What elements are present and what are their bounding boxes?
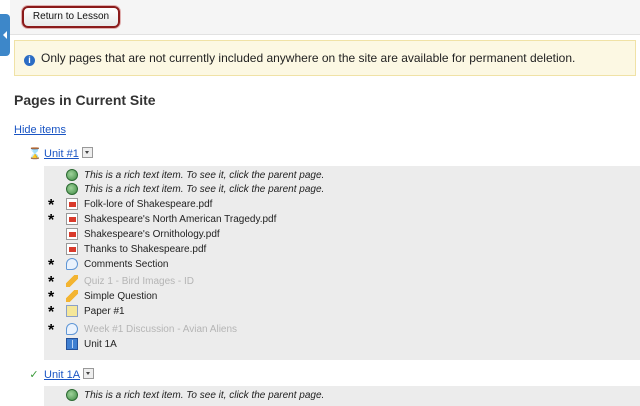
star-marker: *	[48, 289, 55, 306]
pdf-icon	[66, 228, 78, 240]
item-label: Week #1 Discussion - Avian Aliens	[84, 324, 238, 335]
toolbar: Return to Lesson	[10, 0, 640, 35]
item-label: This is a rich text item. To see it, cli…	[84, 170, 325, 181]
star-marker: *	[48, 197, 55, 214]
book-icon	[66, 338, 78, 350]
dropdown-icon[interactable]	[81, 147, 93, 158]
hourglass-icon: ⌛	[28, 148, 42, 160]
info-message: i Only pages that are not currently inclu…	[14, 40, 636, 76]
comment-icon	[66, 323, 78, 335]
item-label: This is a rich text item. To see it, cli…	[84, 390, 325, 401]
item-label: Simple Question	[84, 291, 158, 302]
info-icon: i	[24, 55, 35, 66]
page-title: Pages in Current Site	[14, 92, 156, 108]
rich-text-icon	[66, 169, 78, 181]
star-marker: *	[48, 304, 55, 321]
star-marker: *	[48, 322, 55, 339]
item-label: Shakespeare's Ornithology.pdf	[84, 229, 220, 240]
pdf-icon	[66, 198, 78, 210]
info-text: Only pages that are not currently includ…	[41, 51, 576, 65]
pencil-icon	[66, 290, 78, 302]
pdf-icon	[66, 243, 78, 255]
star-marker: *	[48, 212, 55, 229]
comment-icon	[66, 258, 78, 270]
pencil-icon	[66, 275, 78, 287]
star-marker: *	[48, 274, 55, 291]
hide-items-link[interactable]: Hide items	[14, 124, 66, 136]
star-marker: *	[48, 257, 55, 274]
unit-items-panel: This is a rich text item. To see it, cli…	[44, 166, 640, 360]
unit-row: ✓ Unit 1A	[28, 368, 95, 381]
item-label: Thanks to Shakespeare.pdf	[84, 244, 207, 255]
collapse-tool-menu-tab[interactable]	[0, 14, 10, 56]
item-label: Paper #1	[84, 306, 125, 317]
rich-text-icon	[66, 183, 78, 195]
paper-icon	[66, 305, 78, 317]
dropdown-icon[interactable]	[83, 368, 95, 379]
rich-text-icon	[66, 389, 78, 401]
item-label: Unit 1A	[84, 339, 117, 350]
unit-link[interactable]: Unit 1A	[44, 369, 80, 381]
return-to-lesson-button[interactable]: Return to Lesson	[22, 6, 120, 28]
item-label: Quiz 1 - Bird Images - ID	[84, 276, 195, 287]
item-label: Folk-lore of Shakespeare.pdf	[84, 199, 213, 210]
unit-row: ⌛ Unit #1	[28, 147, 93, 160]
unit-link[interactable]: Unit #1	[44, 148, 79, 160]
unit-items-panel: This is a rich text item. To see it, cli…	[44, 386, 640, 406]
item-label: Shakespeare's North American Tragedy.pdf	[84, 214, 277, 225]
pdf-icon	[66, 213, 78, 225]
item-label: This is a rich text item. To see it, cli…	[84, 184, 325, 195]
checkmark-icon: ✓	[29, 369, 39, 381]
item-label: Comments Section	[84, 259, 169, 270]
